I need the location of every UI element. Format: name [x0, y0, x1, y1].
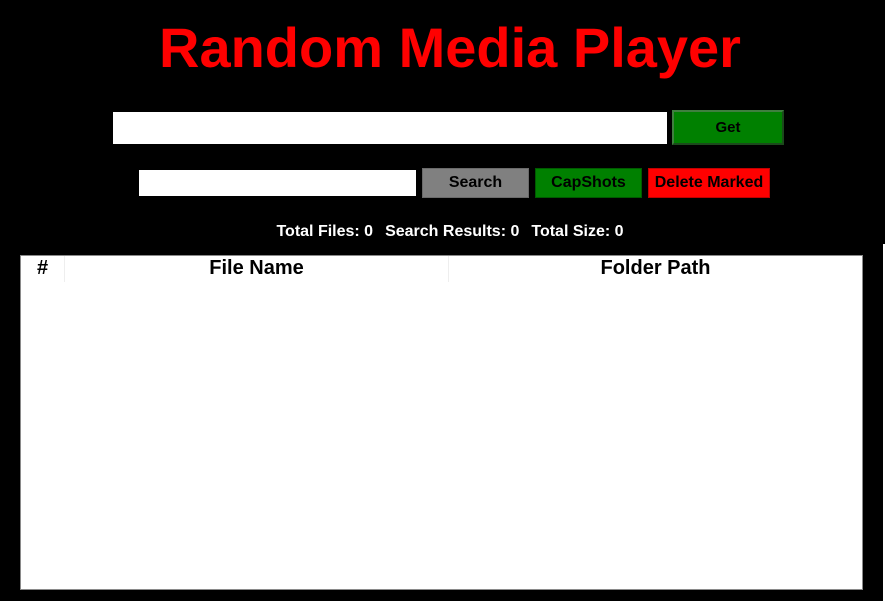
table-body[interactable] — [21, 282, 862, 589]
search-results-label: Search Results: 0 — [385, 223, 520, 240]
stats-bar: Total Files: 0 Search Results: 0 Total Siz… — [0, 222, 885, 242]
app-title: Random Media Player — [159, 16, 741, 79]
get-button[interactable]: Get — [672, 110, 784, 145]
column-header-file-name[interactable]: File Name — [65, 256, 449, 282]
search-input[interactable] — [139, 170, 416, 196]
table-header: # File Name Folder Path — [21, 256, 862, 282]
delete-marked-button[interactable]: Delete Marked — [648, 168, 770, 198]
capshots-button[interactable]: CapShots — [535, 168, 642, 198]
search-button[interactable]: Search — [422, 168, 529, 198]
total-size-label: Total Size: 0 — [531, 223, 624, 240]
column-header-number[interactable]: # — [21, 256, 65, 282]
total-files-label: Total Files: 0 — [276, 223, 374, 240]
url-input[interactable] — [113, 112, 667, 144]
column-header-folder-path[interactable]: Folder Path — [449, 256, 862, 282]
file-table[interactable]: # File Name Folder Path — [20, 255, 863, 590]
main-window: Random Media Player Get Search CapShots … — [0, 0, 885, 601]
